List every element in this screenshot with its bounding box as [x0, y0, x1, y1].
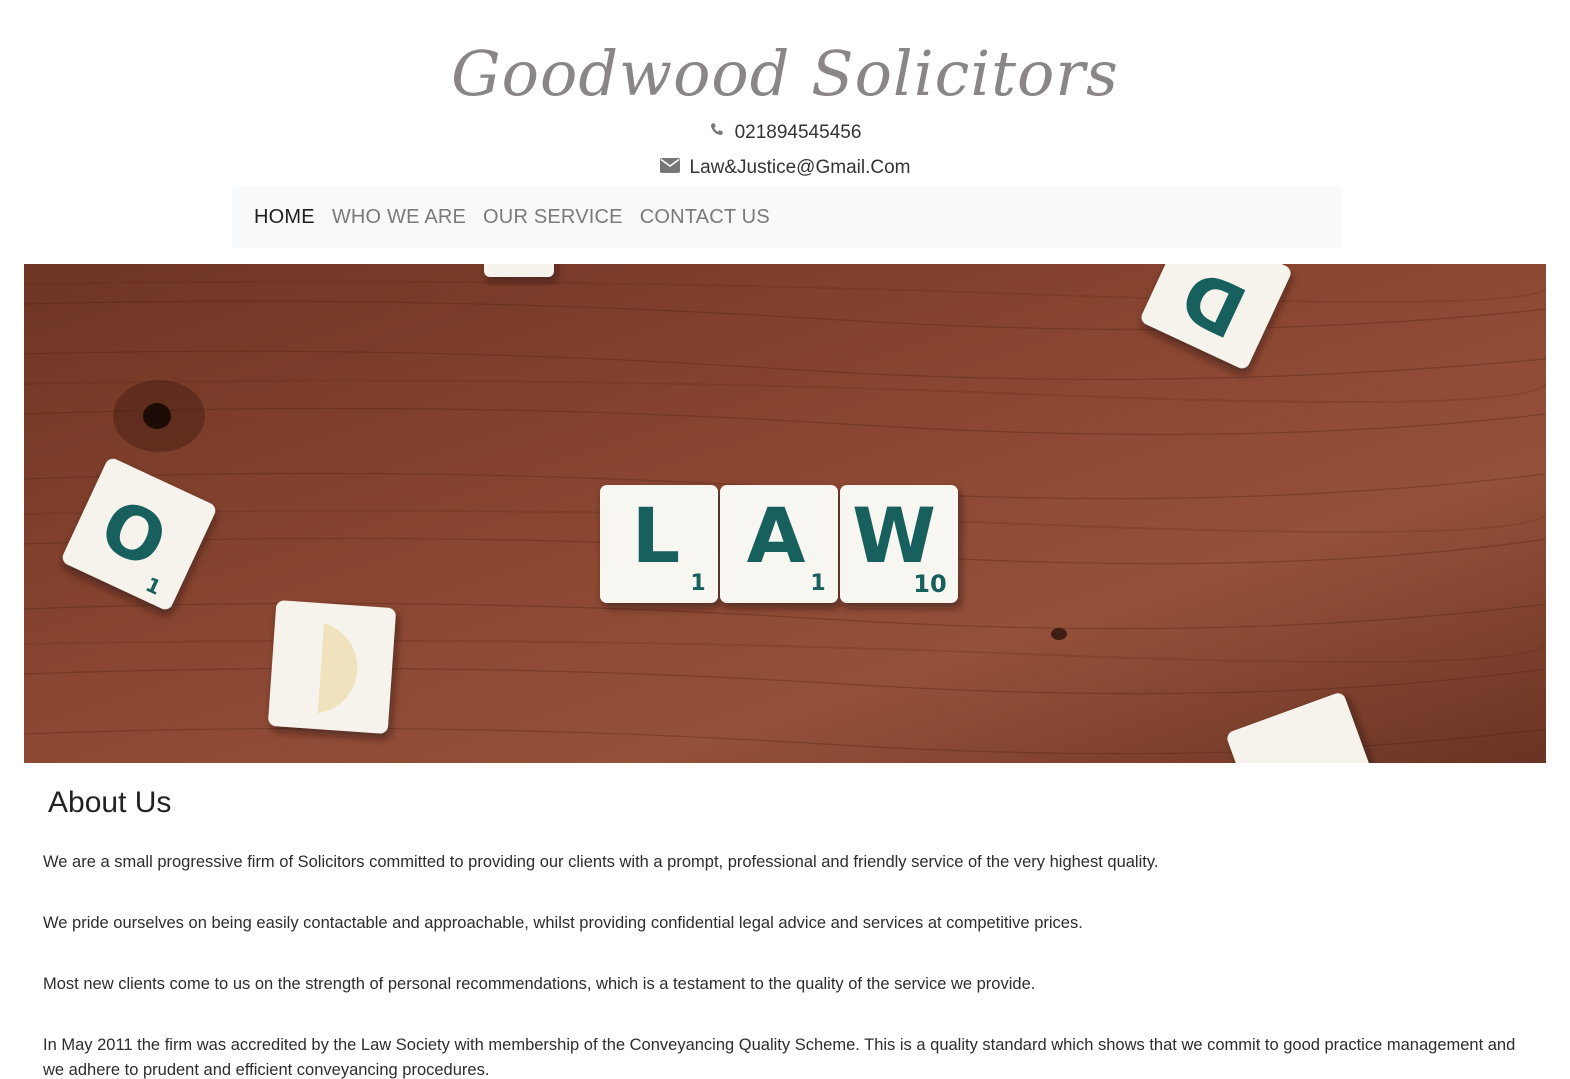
email-line: Law&Justice@Gmail.Com — [0, 157, 1570, 179]
tile-w-letter: W — [852, 491, 936, 580]
nav-home[interactable]: HOME — [254, 206, 315, 229]
about-paragraph-1: We are a small progressive firm of Solic… — [43, 853, 1159, 871]
tile-l-score: 1 — [690, 571, 705, 596]
hero-image: L 1 A 1 W 10 O 1 D 2 — [24, 264, 1546, 763]
site-title: Goodwood Solicitors — [451, 37, 1119, 110]
tile-w-score: 10 — [913, 570, 946, 598]
envelope-icon — [659, 157, 680, 179]
phone-line: 021894545456 — [0, 122, 1570, 144]
tile-a-letter: A — [747, 491, 806, 580]
nav-our-service[interactable]: OUR SERVICE — [483, 206, 623, 229]
main-navbar: HOME WHO WE ARE OUR SERVICE CONTACT US — [232, 186, 1342, 248]
phone-number[interactable]: 021894545456 — [735, 122, 862, 143]
tile-l-letter: L — [632, 491, 680, 580]
nav-contact-us[interactable]: CONTACT US — [640, 206, 770, 229]
phone-icon — [709, 122, 725, 144]
about-paragraph-2: We pride ourselves on being easily conta… — [43, 914, 1083, 932]
email-address[interactable]: Law&Justice@Gmail.Com — [690, 157, 911, 178]
about-paragraph-4: In May 2011 the firm was accredited by t… — [43, 1036, 1516, 1079]
nav-who-we-are[interactable]: WHO WE ARE — [332, 206, 466, 229]
tile-a-score: 1 — [810, 571, 825, 596]
about-paragraph-3: Most new clients come to us on the stren… — [43, 975, 1036, 993]
about-us-heading: About Us — [48, 786, 172, 819]
